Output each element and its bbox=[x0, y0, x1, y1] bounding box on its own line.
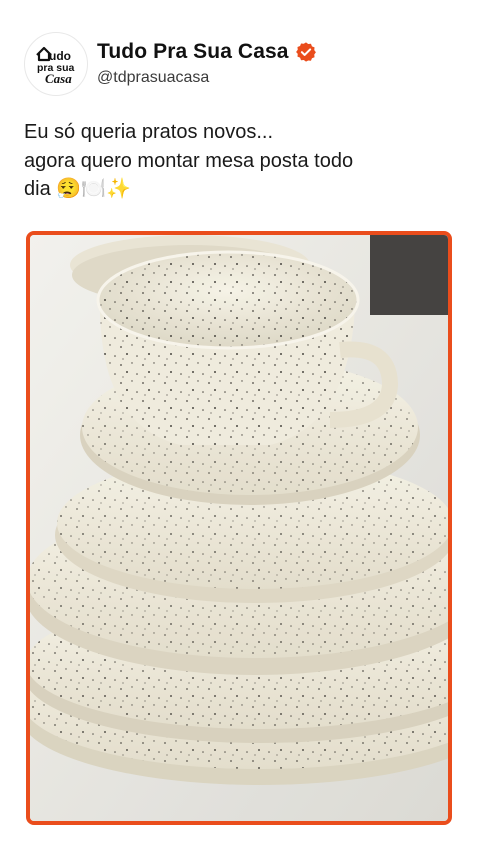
brand-logo: udo pra sua Casa bbox=[36, 46, 75, 86]
post-header: udo pra sua Casa Tudo Pra Sua Casa @tdpr… bbox=[24, 28, 464, 96]
dishes-photo bbox=[30, 235, 448, 821]
verified-badge-icon bbox=[295, 41, 317, 63]
logo-text-3: Casa bbox=[45, 71, 72, 86]
post-text-line-3: dia 😮‍💨🍽️✨ bbox=[24, 178, 131, 200]
avatar[interactable]: udo pra sua Casa bbox=[24, 32, 88, 96]
post-media-image[interactable] bbox=[26, 231, 452, 825]
post-text: Eu só queria pratos novos... agora quero… bbox=[24, 118, 464, 204]
post-text-line-2: agora quero montar mesa posta todo bbox=[24, 149, 354, 172]
handle[interactable]: @tdprasuacasa bbox=[97, 69, 317, 87]
display-name[interactable]: Tudo Pra Sua Casa bbox=[97, 40, 289, 64]
post-text-line-1: Eu só queria pratos novos... bbox=[24, 121, 274, 143]
logo-text-1: udo bbox=[49, 49, 71, 63]
